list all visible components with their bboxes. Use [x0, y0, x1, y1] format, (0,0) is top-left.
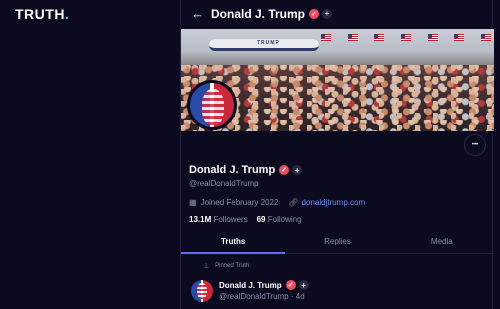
followers-stat[interactable]: 13.1M Followers [189, 215, 248, 224]
link-icon: 🔗︎ [288, 198, 299, 207]
plus-badge-icon: + [292, 165, 303, 175]
flag-icon [347, 34, 358, 41]
profile-info: Donald J. Trump ✓ + @realDonaldTrump ▦ J… [189, 164, 489, 224]
plane-lettering: TRUMP [257, 40, 280, 46]
post-handle-time: @realDonaldTrump · 4d [219, 292, 305, 301]
post-avatar[interactable] [191, 280, 213, 302]
following-count: 69 [256, 215, 266, 224]
flag-icon [480, 34, 491, 41]
following-label: Following [267, 215, 302, 224]
joined-date: Joined February 2022 [200, 198, 279, 207]
plus-badge-icon: + [298, 280, 309, 290]
profile-tabs: Truths Replies Media [181, 232, 494, 254]
profile-stats: 13.1M Followers 69 Following [189, 215, 489, 224]
post-author-row: Donald J. Trump ✓ + [219, 280, 309, 290]
profile-name: Donald J. Trump [189, 164, 276, 176]
profile-name-row: Donald J. Trump ✓ + [189, 164, 489, 176]
ellipsis-icon: ••• [471, 142, 479, 148]
back-arrow-icon[interactable]: ← [191, 6, 205, 21]
followers-label: Followers [213, 215, 248, 224]
flag-icon [321, 34, 331, 41]
tab-truths[interactable]: Truths [181, 232, 286, 254]
pinned-post[interactable]: Donald J. Trump ✓ + @realDonaldTrump · 4… [191, 278, 491, 306]
left-sidebar: TRUTH. [0, 0, 180, 309]
following-stat[interactable]: 69 Following [257, 215, 302, 224]
post-author-name[interactable]: Donald J. Trump [219, 281, 282, 290]
pinned-label: Pinned Truth [215, 263, 250, 269]
profile-column: ← Donald J. Trump ✓ + TRUMP ••• Donald J… [180, 0, 494, 309]
verified-badge-icon: ✓ [279, 165, 290, 175]
logo-text: TRUTH [15, 6, 65, 22]
truth-logo[interactable]: TRUTH. [15, 6, 69, 22]
header-name: Donald J. Trump [211, 6, 306, 21]
flag-icon [400, 34, 411, 41]
plus-badge-icon: + [322, 8, 333, 19]
tab-replies[interactable]: Replies [285, 232, 389, 253]
website-link[interactable]: donaldjtrump.com [302, 198, 366, 207]
calendar-icon: ▦ [189, 198, 197, 207]
profile-handle: @realDonaldTrump [189, 179, 259, 188]
pinned-indicator: ⊥ Pinned Truth [203, 262, 249, 270]
more-options-button[interactable]: ••• [464, 134, 486, 156]
followers-count: 13.1M [189, 215, 212, 224]
plane-image: TRUMP [209, 39, 319, 51]
logo-dot: . [64, 6, 70, 22]
app-root: TRUTH. ← Donald J. Trump ✓ + TRUMP ••• D… [0, 0, 500, 309]
verified-badge-icon: ✓ [309, 8, 320, 19]
profile-avatar[interactable] [187, 80, 237, 130]
profile-header-bar: ← Donald J. Trump ✓ + [181, 0, 492, 27]
profile-meta: ▦ Joined February 2022 🔗︎ donaldjtrump.c… [189, 198, 489, 207]
flag-icon [454, 34, 465, 41]
pin-icon: ⊥ [203, 263, 210, 270]
verified-badge-icon: ✓ [285, 280, 296, 290]
tab-media[interactable]: Media [390, 232, 494, 253]
flags-row [321, 34, 491, 48]
flag-icon [427, 34, 438, 41]
flag-icon [374, 34, 385, 41]
